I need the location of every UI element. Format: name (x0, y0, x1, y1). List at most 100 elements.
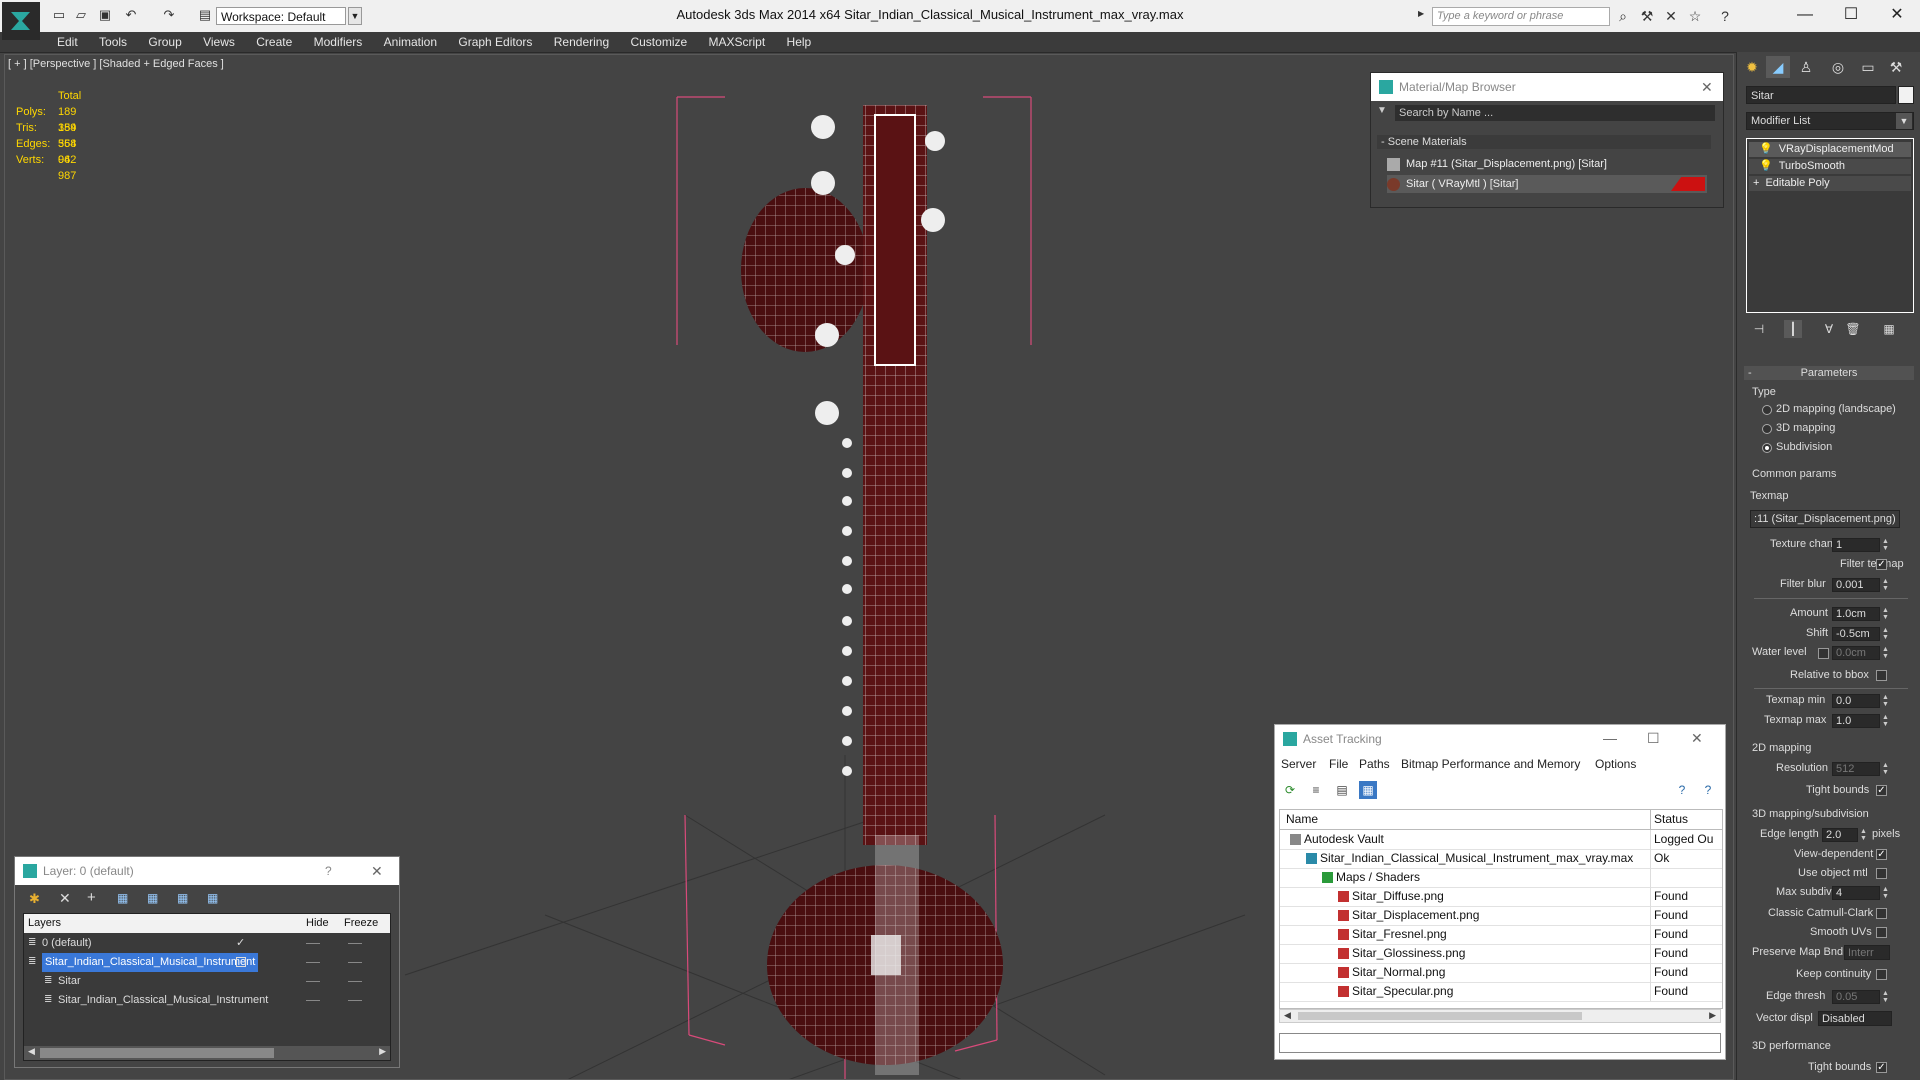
scroll-left-icon[interactable]: ◀ (28, 1046, 35, 1057)
scroll-left-icon[interactable]: ◀ (1284, 1010, 1291, 1021)
display-tab-icon[interactable]: ▭ (1856, 56, 1880, 78)
menu-edit[interactable]: Edit (48, 32, 87, 52)
parameters-rollout[interactable]: - Parameters (1744, 366, 1914, 380)
modifier-list-dropdown[interactable]: Modifier List (1746, 112, 1914, 130)
filter-blur-spinner[interactable]: 0.001 (1832, 578, 1880, 592)
freeze-toggle[interactable] (348, 943, 362, 944)
water-level-spinner[interactable]: 0.0cm (1832, 646, 1880, 660)
freeze-all-icon[interactable]: ▦ (207, 891, 218, 905)
minimize-button[interactable]: — (1782, 0, 1828, 30)
spinner-arrows-icon[interactable]: ▲ ▼ (1882, 578, 1890, 592)
texmap-button[interactable]: :11 (Sitar_Displacement.png) (1750, 510, 1900, 528)
set-current-layer-icon[interactable] (236, 957, 246, 967)
view-dependent-checkbox[interactable]: ✓ (1876, 849, 1887, 860)
close-icon[interactable]: ✕ (1701, 73, 1713, 101)
freeze-toggle[interactable] (348, 1000, 362, 1001)
hide-column-header[interactable]: Hide (306, 914, 329, 933)
layer-name[interactable]: 0 (default) (42, 934, 92, 953)
project-folder-icon[interactable]: ▤ (196, 6, 214, 24)
table-view-icon[interactable]: ▦ (1359, 781, 1377, 799)
edge-length-spinner[interactable]: 2.0 (1822, 828, 1858, 842)
help-icon[interactable]: ? (1716, 7, 1734, 25)
context-help-icon[interactable]: ? (1699, 781, 1717, 799)
add-to-layer-icon[interactable]: + (87, 889, 96, 906)
material-search-input[interactable]: Search by Name ... (1395, 105, 1715, 121)
spinner-arrows-icon[interactable]: ▲ ▼ (1882, 538, 1890, 552)
motion-tab-icon[interactable]: ◎ (1826, 56, 1850, 78)
status-column-header[interactable]: Status (1654, 810, 1688, 829)
water-level-checkbox[interactable] (1818, 648, 1829, 659)
texture-chan-spinner[interactable]: 1 (1832, 538, 1880, 552)
spinner-arrows-icon[interactable]: ▲ ▼ (1882, 694, 1890, 708)
hierarchy-tab-icon[interactable]: ♙ (1794, 56, 1818, 78)
scrollbar-thumb[interactable] (40, 1048, 274, 1058)
scroll-right-icon[interactable]: ▶ (379, 1046, 386, 1057)
max-subdivs-spinner[interactable]: 4 (1832, 886, 1880, 900)
menu-modifiers[interactable]: Modifiers (305, 32, 372, 52)
layer-name[interactable]: Sitar_Indian_Classical_Musical_Instrumen… (42, 953, 259, 972)
relative-bbox-checkbox[interactable] (1876, 670, 1887, 681)
search-options-icon[interactable]: ▼ (1377, 105, 1387, 116)
spinner-arrows-icon[interactable]: ▲ ▼ (1882, 990, 1890, 1004)
spinner-arrows-icon[interactable]: ▲ ▼ (1860, 828, 1868, 842)
tight-bounds-2-checkbox[interactable]: ✓ (1876, 1062, 1887, 1073)
menu-maxscript[interactable]: MAXScript (700, 32, 775, 52)
freeze-toggle[interactable] (348, 981, 362, 982)
scene-materials-section[interactable]: - Scene Materials (1377, 135, 1711, 149)
keep-continuity-checkbox[interactable] (1876, 969, 1887, 980)
spinner-arrows-icon[interactable]: ▲ ▼ (1882, 714, 1890, 728)
vector-displ-dropdown[interactable]: Disabled (1818, 1011, 1892, 1026)
refresh-icon[interactable]: ⟳ (1281, 781, 1299, 799)
menu-customize[interactable]: Customize (621, 32, 696, 52)
freeze-column-header[interactable]: Freeze (344, 914, 378, 933)
use-object-mtl-checkbox[interactable] (1876, 868, 1887, 879)
layer-row[interactable]: ≣ Sitar (24, 972, 390, 991)
name-column-header[interactable]: Name (1286, 810, 1318, 829)
asset-row[interactable]: Autodesk Vault Logged Ou (1280, 830, 1722, 850)
new-file-icon[interactable]: ▭ (50, 6, 68, 24)
maximize-icon[interactable]: ☐ (1647, 730, 1660, 747)
viewport-label[interactable]: [ + ] [Perspective ] [Shaded + Edged Fac… (8, 58, 224, 70)
filter-texmap-checkbox[interactable]: ✓ (1876, 559, 1887, 570)
scrollbar-thumb[interactable] (1298, 1012, 1582, 1020)
stack-item-editable-poly[interactable]: + Editable Poly (1749, 176, 1911, 191)
spinner-arrows-icon[interactable]: ▲ ▼ (1882, 627, 1890, 641)
menu-graph-editors[interactable]: Graph Editors (449, 32, 541, 52)
search-expand-icon[interactable]: ▶ (1418, 9, 1428, 23)
make-unique-icon[interactable]: ∀ (1820, 320, 1838, 338)
asset-menu-options[interactable]: Options (1595, 757, 1636, 771)
asset-menu-file[interactable]: File (1329, 757, 1348, 771)
asset-path-field[interactable] (1279, 1033, 1721, 1053)
asset-tracking-titlebar[interactable]: Asset Tracking — ☐ ✕ (1275, 725, 1725, 753)
spinner-arrows-icon[interactable]: ▲ ▼ (1882, 607, 1890, 621)
layer-window-titlebar[interactable]: Layer: 0 (default) ? ✕ (15, 857, 399, 885)
spinner-arrows-icon[interactable]: ▲ ▼ (1882, 762, 1890, 776)
layers-column-header[interactable]: Layers (28, 914, 61, 933)
stack-item-turbosmooth[interactable]: 💡 TurboSmooth (1749, 159, 1911, 174)
close-icon[interactable]: ✕ (1691, 730, 1703, 747)
menu-group[interactable]: Group (139, 32, 190, 52)
asset-row[interactable]: Maps / Shaders (1280, 868, 1722, 888)
shift-spinner[interactable]: -0.5cm (1832, 627, 1880, 641)
menu-help[interactable]: Help (778, 32, 821, 52)
workspace-dropdown[interactable]: Workspace: Default (216, 7, 346, 25)
communication-icon[interactable]: ✕ (1662, 7, 1680, 25)
app-logo[interactable] (2, 2, 40, 40)
remove-modifier-icon[interactable]: 🗑 (1844, 320, 1862, 338)
list-view-icon[interactable]: ≡ (1307, 781, 1325, 799)
spinner-arrows-icon[interactable]: ▲ ▼ (1882, 646, 1890, 660)
subscription-icon[interactable]: ⚒ (1638, 7, 1656, 25)
close-icon[interactable]: ✕ (371, 857, 383, 885)
layer-row[interactable]: ≣ Sitar_Indian_Classical_Musical_Instrume… (24, 991, 390, 1010)
hide-toggle[interactable] (306, 943, 320, 944)
layer-row[interactable]: ≣ 0 (default) ✓ (24, 934, 390, 953)
asset-row[interactable]: Sitar_Normal.png Found (1280, 963, 1722, 983)
create-layer-icon[interactable]: ✱ (29, 891, 40, 907)
lightbulb-icon[interactable]: 💡 (1759, 143, 1773, 155)
save-file-icon[interactable]: ▣ (96, 6, 114, 24)
utilities-tab-icon[interactable]: ⚒ (1884, 56, 1908, 78)
layer-name[interactable]: Sitar_Indian_Classical_Musical_Instrumen… (58, 991, 268, 1010)
tight-bounds-checkbox[interactable]: ✓ (1876, 785, 1887, 796)
texmap-min-spinner[interactable]: 0.0 (1832, 694, 1880, 708)
asset-row[interactable]: Sitar_Glossiness.png Found (1280, 944, 1722, 964)
